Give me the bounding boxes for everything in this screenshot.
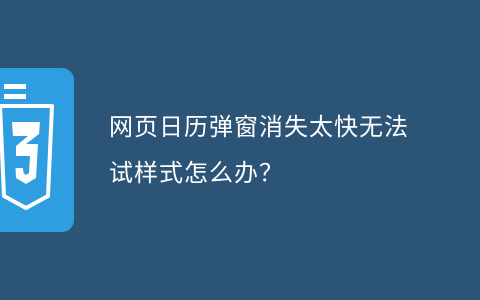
thumbnail-canvas: 网页日历弹窗消失太快无法 试样式怎么办？ [0,0,480,300]
article-title-line-2: 试样式怎么办？ [109,159,284,187]
css3-shield-graphic [0,84,54,210]
article-title: 网页日历弹窗消失太快无法 试样式怎么办？ [109,104,480,196]
css3-logo-icon [0,68,74,232]
article-title-line-1: 网页日历弹窗消失太快无法 [109,113,409,141]
